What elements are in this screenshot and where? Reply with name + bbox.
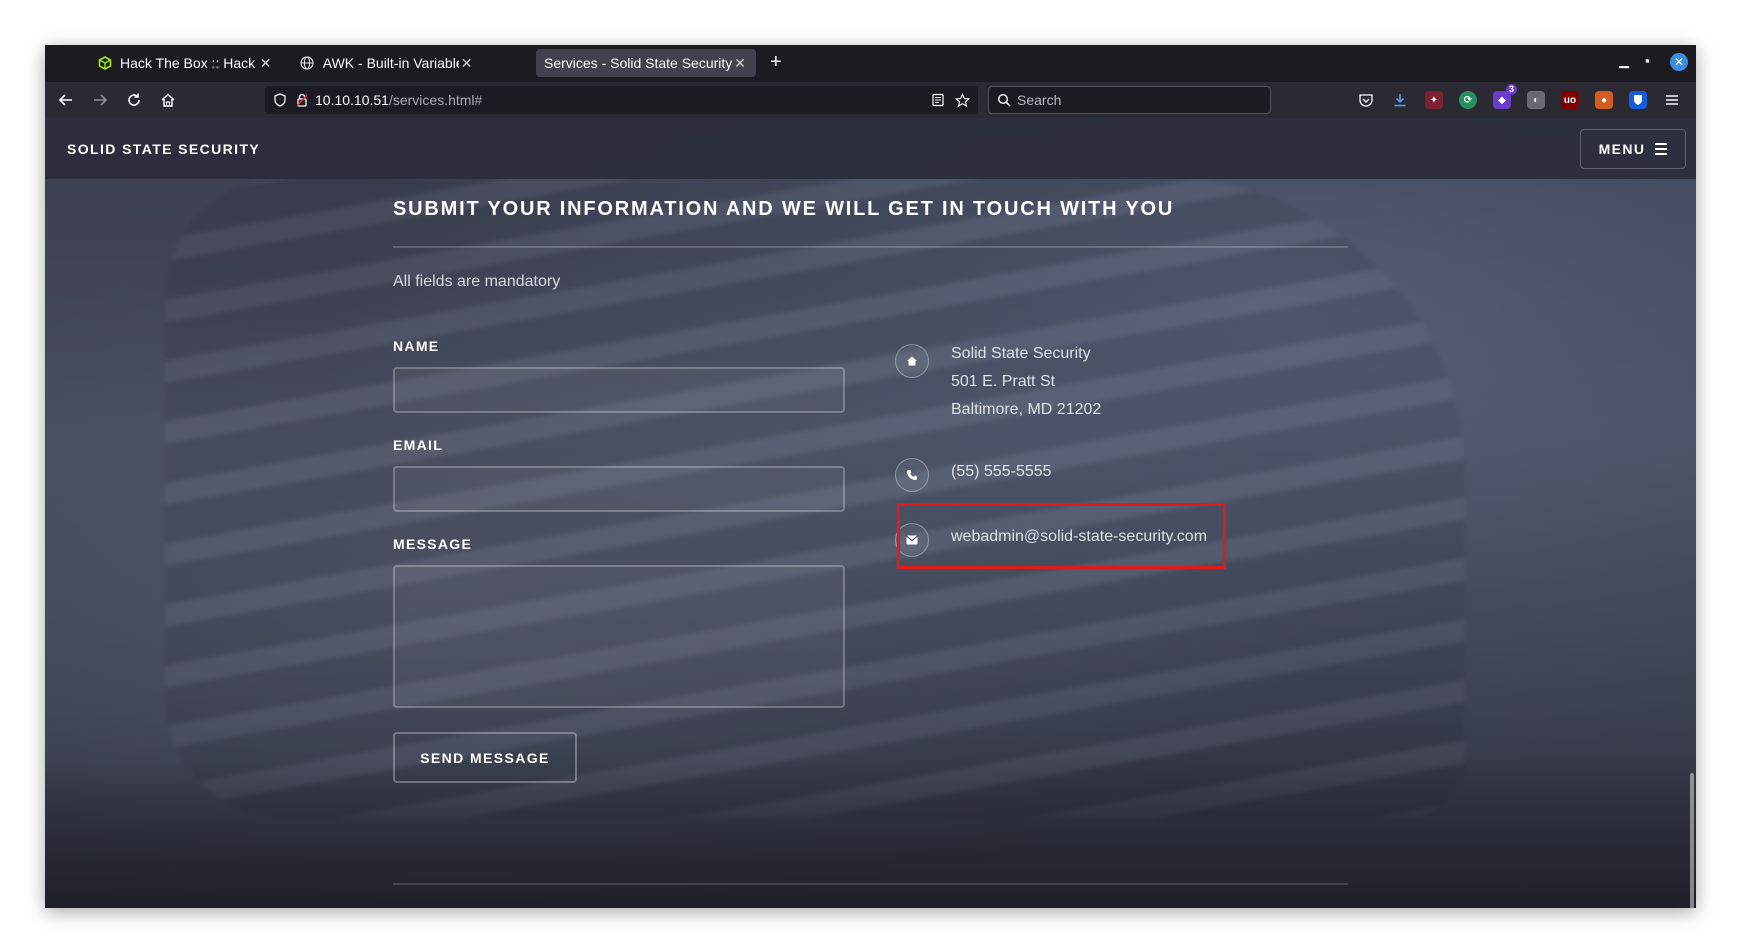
web-page: SOLID STATE SECURITY MENU SUBMIT YOUR IN… xyxy=(45,118,1696,908)
sync-icon[interactable]: ⟳ xyxy=(1459,91,1477,109)
address-row: Solid State Security 501 E. Pratt St Bal… xyxy=(895,344,1101,424)
phone-number: (55) 555-5555 xyxy=(951,463,1052,480)
hamburger-menu-icon[interactable] xyxy=(1663,91,1681,109)
menu-label: MENU xyxy=(1598,141,1646,157)
insecure-lock-icon[interactable] xyxy=(295,93,309,107)
menu-button[interactable]: MENU xyxy=(1580,129,1686,169)
bookmark-star-icon[interactable] xyxy=(955,92,970,108)
new-tab-button[interactable]: + xyxy=(770,51,782,73)
maximize-button[interactable]: ▪ xyxy=(1645,53,1650,68)
site-header: SOLID STATE SECURITY MENU xyxy=(45,118,1696,179)
phone-row: (55) 555-5555 xyxy=(895,458,1052,492)
message-label: MESSAGE xyxy=(393,536,473,552)
pocket-icon[interactable] xyxy=(1357,91,1375,109)
downloads-icon[interactable] xyxy=(1391,91,1409,109)
browser-window: Hack The Box :: Hack The B ✕ AWK - Built… xyxy=(45,45,1696,908)
tab-label: Hack The Box :: Hack The B xyxy=(120,55,259,71)
url-bar[interactable]: 10.10.10.51/services.html# xyxy=(265,86,978,114)
tab-awk-variables[interactable]: AWK - Built-in Variables ✕ xyxy=(292,49,482,77)
close-window-button[interactable]: ✕ xyxy=(1670,53,1688,71)
send-message-button[interactable]: SEND MESSAGE xyxy=(393,732,577,783)
email-highlight-box xyxy=(897,503,1226,569)
cookie-editor-icon[interactable]: ● xyxy=(1595,91,1613,109)
reload-button[interactable] xyxy=(123,89,145,111)
message-field[interactable] xyxy=(393,565,845,708)
extension-icon[interactable]: 3 ◆ xyxy=(1493,84,1517,109)
url-host: 10.10.10.51 xyxy=(315,92,389,108)
wappalyzer-icon[interactable]: ◐ xyxy=(1527,91,1545,109)
close-tab-icon[interactable]: ✕ xyxy=(259,55,272,72)
tab-strip: Hack The Box :: Hack The B ✕ AWK - Built… xyxy=(45,45,1696,82)
name-field[interactable] xyxy=(393,367,845,413)
forward-button[interactable] xyxy=(89,89,111,111)
address-text: Solid State Security 501 E. Pratt St Bal… xyxy=(951,340,1101,424)
tab-hackthebox[interactable]: Hack The Box :: Hack The B ✕ xyxy=(90,49,280,77)
extension-badge: 3 xyxy=(1505,84,1517,95)
email-field[interactable] xyxy=(393,466,845,512)
url-path: /services.html# xyxy=(388,92,483,108)
phone-icon xyxy=(895,458,929,492)
search-input[interactable]: Search xyxy=(988,86,1271,114)
close-tab-icon[interactable]: ✕ xyxy=(459,55,474,72)
tab-label: AWK - Built-in Variables xyxy=(322,55,460,71)
bitwarden-icon[interactable] xyxy=(1629,91,1647,109)
section-divider xyxy=(393,883,1348,885)
foxyproxy-icon[interactable]: ✦ xyxy=(1425,91,1443,109)
email-label: EMAIL xyxy=(393,437,444,453)
home-icon xyxy=(895,344,929,378)
address-line: Solid State Security xyxy=(951,345,1091,362)
htb-cube-icon xyxy=(98,55,112,71)
contact-form: NAME EMAIL MESSAGE SEND MESSAGE xyxy=(393,338,845,783)
tab-services[interactable]: Services - Solid State Security ✕ xyxy=(536,49,756,77)
section-title: SUBMIT YOUR INFORMATION AND WE WILL GET … xyxy=(393,198,1348,248)
back-button[interactable] xyxy=(55,89,77,111)
ublock-icon[interactable]: uo xyxy=(1561,91,1579,109)
name-label: NAME xyxy=(393,338,440,354)
background-skyline xyxy=(45,758,1696,908)
address-line: 501 E. Pratt St xyxy=(951,373,1056,390)
scrollbar-thumb[interactable] xyxy=(1690,773,1694,908)
shield-icon[interactable] xyxy=(273,93,287,107)
minimize-button[interactable]: ▁ xyxy=(1619,53,1629,69)
close-tab-icon[interactable]: ✕ xyxy=(732,55,748,72)
tab-label: Services - Solid State Security xyxy=(544,55,733,71)
site-brand[interactable]: SOLID STATE SECURITY xyxy=(67,141,260,157)
home-button[interactable] xyxy=(157,89,179,111)
form-subtitle: All fields are mandatory xyxy=(393,273,561,290)
globe-icon xyxy=(300,55,315,71)
search-icon xyxy=(997,93,1011,107)
reader-view-icon[interactable] xyxy=(931,93,945,107)
search-placeholder: Search xyxy=(1017,92,1062,108)
hamburger-icon xyxy=(1655,143,1668,155)
address-line: Baltimore, MD 21202 xyxy=(951,401,1102,418)
contact-section: SUBMIT YOUR INFORMATION AND WE WILL GET … xyxy=(393,198,1348,885)
navigation-toolbar: 10.10.10.51/services.html# Search ✦ ⟳ 3 ◆ xyxy=(45,82,1696,118)
